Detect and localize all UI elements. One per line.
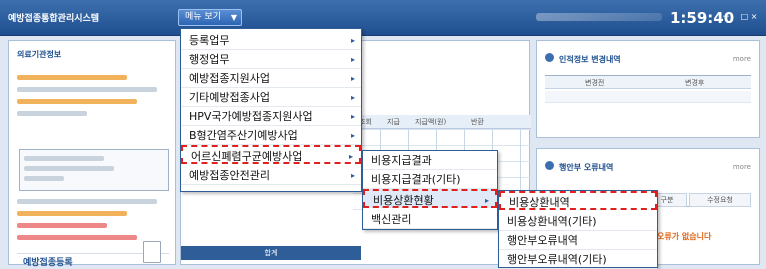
moi-error-title: 행안부 오류내역 bbox=[559, 163, 614, 172]
no-error-message: 오류가 없습니다 bbox=[657, 232, 712, 241]
more-link[interactable]: more bbox=[733, 55, 751, 63]
info-icon bbox=[545, 53, 554, 62]
column-header: 변경후 bbox=[685, 79, 705, 87]
window-close-button[interactable]: □ × bbox=[734, 11, 764, 24]
info-line bbox=[17, 199, 157, 204]
table-row[interactable] bbox=[545, 91, 751, 103]
menu-item-label: B형간염주산기예방사업 bbox=[189, 129, 298, 142]
payment-table-header: 조회 지급 지급액(원) 반환 bbox=[353, 115, 531, 129]
menu-item-senior-pneumococcal[interactable]: 어르신폐렴구균예방사업 ▸ bbox=[181, 145, 361, 164]
error-tabs: 구분 수정요청 bbox=[647, 193, 751, 207]
info-line bbox=[17, 211, 127, 216]
chevron-right-icon: ▸ bbox=[350, 36, 355, 45]
menu-item-label: 비용상환내역(기타) bbox=[507, 215, 597, 228]
menu-view-button[interactable]: 메뉴 보기 ▼ bbox=[178, 9, 242, 26]
menu-item-reimbursement-details-other[interactable]: 비용상환내역(기타) bbox=[499, 212, 657, 231]
menu-view-label: 메뉴 보기 bbox=[185, 12, 221, 22]
info-line bbox=[17, 223, 107, 228]
menu-item-label: 어르신폐렴구균예방사업 bbox=[191, 150, 303, 163]
menu-item-label: 예방접종안전관리 bbox=[189, 169, 270, 182]
document-icon[interactable] bbox=[143, 241, 161, 263]
column-header: 지급 bbox=[387, 118, 400, 126]
institution-info-panel: 의료기관정보 예방접종등록 bbox=[8, 40, 176, 268]
menu-item-label: 비용지급결과 bbox=[371, 154, 432, 167]
menu-item-label: 등록업무 bbox=[189, 34, 230, 47]
menu-item-label: 백신관리 bbox=[371, 213, 412, 226]
chevron-right-icon: ▸ bbox=[350, 74, 355, 83]
app-logo: 예방접종통합관리시스템 bbox=[8, 14, 100, 24]
menu-item-moi-error[interactable]: 행안부오류내역 bbox=[499, 231, 657, 250]
payment-total-row: 합계 bbox=[181, 246, 361, 260]
menu-item-payment-result[interactable]: 비용지급결과 bbox=[363, 151, 497, 170]
menu-item-label: 행정업무 bbox=[189, 53, 230, 66]
info-line bbox=[17, 99, 137, 104]
menu-item-label: 비용상환현황 bbox=[373, 194, 434, 207]
list-item[interactable] bbox=[24, 156, 104, 161]
user-info-bar bbox=[536, 13, 662, 21]
menu-item-administration[interactable]: 행정업무 ▸ bbox=[181, 50, 361, 69]
menu-item-vaccine-management[interactable]: 백신관리 bbox=[363, 210, 497, 229]
institution-list-box[interactable] bbox=[19, 149, 169, 191]
menu-item-label: 비용지급결과(기타) bbox=[371, 173, 461, 186]
menu-item-label: 기타예방접종사업 bbox=[189, 91, 270, 104]
submenu-pneumococcal: 비용지급결과 비용지급결과(기타) 비용상환현황 ▸ 백신관리 bbox=[362, 150, 498, 230]
menu-item-reimbursement-status[interactable]: 비용상환현황 ▸ bbox=[363, 189, 497, 208]
menu-item-hpv[interactable]: HPV국가예방접종지원사업 ▸ bbox=[181, 107, 361, 126]
main-menu-dropdown: 등록업무 ▸ 행정업무 ▸ 예방접종지원사업 ▸ 기타예방접종사업 ▸ HPV국… bbox=[180, 28, 362, 192]
chevron-right-icon: ▸ bbox=[350, 171, 355, 180]
chevron-right-icon: ▸ bbox=[350, 55, 355, 64]
list-item[interactable] bbox=[24, 176, 64, 181]
more-link[interactable]: more bbox=[733, 163, 751, 171]
menu-item-safety[interactable]: 예방접종안전관리 ▸ bbox=[181, 166, 361, 185]
list-item[interactable] bbox=[24, 166, 114, 171]
menu-item-label: 행안부오류내역(기타) bbox=[507, 253, 607, 266]
menu-item-label: 비용상환내역 bbox=[509, 196, 570, 209]
chevron-right-icon: ▸ bbox=[484, 196, 489, 205]
info-line bbox=[17, 87, 157, 92]
info-line bbox=[17, 235, 137, 240]
column-header: 반환 bbox=[471, 118, 484, 126]
chevron-right-icon: ▸ bbox=[350, 93, 355, 102]
menu-item-registration[interactable]: 등록업무 ▸ bbox=[181, 31, 361, 50]
menu-item-moi-error-other[interactable]: 행안부오류내역(기타) bbox=[499, 250, 657, 269]
top-bar: 예방접종통합관리시스템 메뉴 보기 ▼ 1:59:40 − □ × bbox=[0, 0, 766, 36]
menu-item-label: 예방접종지원사업 bbox=[189, 72, 270, 85]
submenu-reimbursement: 비용상환내역 비용상환내역(기타) 행안부오류내역 행안부오류내역(기타) bbox=[498, 190, 658, 269]
chevron-right-icon: ▸ bbox=[350, 112, 355, 121]
chevron-down-icon: ▼ bbox=[230, 13, 237, 22]
column-header: 변경전 bbox=[585, 79, 605, 87]
chevron-right-icon: ▸ bbox=[348, 152, 353, 161]
info-line bbox=[17, 75, 127, 80]
column-header: 지급액(원) bbox=[415, 118, 447, 126]
error-icon bbox=[545, 161, 554, 170]
institution-info-title: 의료기관정보 bbox=[17, 50, 62, 59]
menu-item-label: HPV국가예방접종지원사업 bbox=[189, 110, 313, 123]
menu-item-hepatitis-b[interactable]: B형간염주산기예방사업 ▸ bbox=[181, 126, 361, 145]
menu-item-payment-result-other[interactable]: 비용지급결과(기타) bbox=[363, 170, 497, 189]
change-table-header: 변경전 변경후 bbox=[545, 75, 751, 89]
info-line bbox=[17, 111, 87, 116]
menu-item-vaccination-support[interactable]: 예방접종지원사업 ▸ bbox=[181, 69, 361, 88]
personal-info-change-panel: 인적정보 변경내역 more 변경전 변경후 bbox=[536, 40, 760, 138]
vaccination-register-title[interactable]: 예방접종등록 bbox=[23, 255, 73, 268]
menu-item-reimbursement-details[interactable]: 비용상환내역 bbox=[499, 191, 657, 210]
menu-item-label: 행안부오류내역 bbox=[507, 234, 578, 247]
chevron-right-icon: ▸ bbox=[350, 131, 355, 140]
menu-item-other-vaccination[interactable]: 기타예방접종사업 ▸ bbox=[181, 88, 361, 107]
minimize-button[interactable]: − bbox=[716, 11, 736, 24]
personal-info-change-title: 인적정보 변경내역 bbox=[559, 55, 621, 64]
tab-edit-request[interactable]: 수정요청 bbox=[689, 193, 751, 207]
